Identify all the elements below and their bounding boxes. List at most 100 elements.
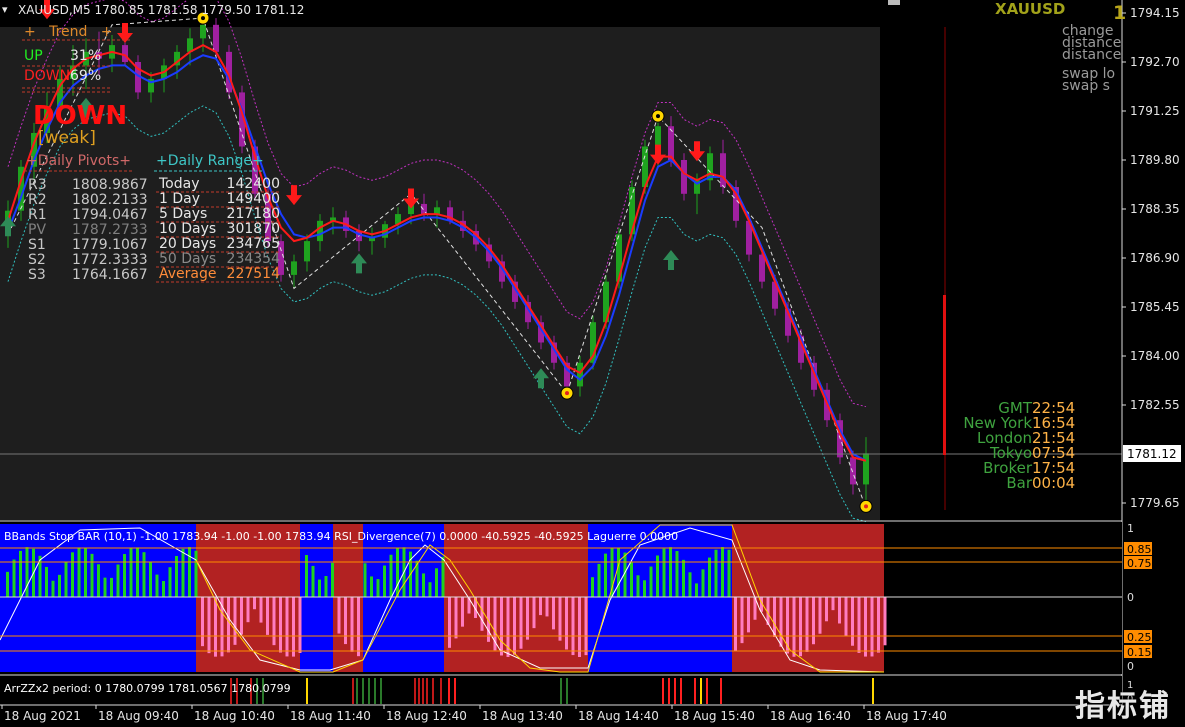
indicator-histogram-bar [500,597,503,656]
zz-bar [414,678,416,704]
zz-bar [674,678,676,704]
clock-value: 00:04 [1032,474,1075,492]
clock-label: Bar [1006,474,1032,492]
price-tick-label: 1788.35 [1130,202,1180,216]
indicator-histogram-bar [513,597,516,655]
current-price-label: 1781.12 [1127,447,1177,461]
price-tick-label: 1782.55 [1130,398,1180,412]
indicator-histogram-bar [207,597,211,654]
indicator-histogram-bar [519,597,523,649]
candle-body [720,153,726,188]
indicator-histogram-bar [389,554,393,597]
time-tick-label: 18 Aug 12:40 [386,709,467,723]
price-tick-label: 1784.00 [1130,349,1180,363]
zigzag-peak-dot [656,114,660,119]
zigzag-trough-dot [565,391,569,396]
time-tick-label: 18 Aug 13:40 [482,709,563,723]
indicator-level-label: 0.15 [1127,646,1152,659]
info-line: distance [1062,47,1121,63]
indicator-histogram-bar [253,597,256,610]
pivot-value: 1808.9867 [72,177,148,193]
zz-bar [454,678,456,704]
indicator-histogram-bar [292,597,295,657]
range-value: 234765 [227,236,280,252]
price-tick-label: 1794.15 [1130,6,1180,20]
range-value: 234354 [227,251,281,267]
pivot-value: 1794.0467 [72,207,148,223]
indicator-histogram-bar [129,548,133,597]
chart-close-icon[interactable]: ▾ [2,3,8,16]
pivot-label: R2 [28,192,47,208]
candle-body [213,24,219,52]
pivots-title: +Daily Pivots+ [26,153,131,169]
indicator-histogram-bar [194,550,198,597]
indicator-histogram-bar [532,597,536,629]
indicator-histogram-bar [162,581,165,597]
range-value: 149400 [227,191,280,207]
indicator-histogram-bar [714,549,718,597]
indicator-histogram-bar [552,597,555,630]
indicator-histogram-bar [227,597,230,653]
indicator-histogram-bar [838,597,841,624]
indicator-histogram-bar [480,597,484,631]
info-line: swap s [1062,78,1110,94]
indicator-histogram-bar [188,547,191,597]
time-axis[interactable]: 18 Aug 2021 18 Aug 09:40 18 Aug 10:40 18 Au… [1,705,947,723]
zz-bar [352,678,354,704]
indicator-histogram-bar [331,562,334,597]
indicator-histogram-bar [435,568,438,597]
indicator-histogram-bar [19,550,22,597]
indicator-histogram-bar [708,557,711,597]
candle-body [655,126,661,147]
candle-body [122,45,128,62]
zz-bar [560,678,562,704]
indicator-histogram-bar [773,597,776,637]
indicator-histogram-bar [350,597,354,652]
indicator-histogram-bar [448,597,451,648]
indicator-histogram-bar [422,573,425,597]
candle-body [863,453,869,485]
pivot-value: 1764.1667 [72,267,148,283]
zigzag-trough-dot [864,504,868,509]
zz-bar [668,678,670,704]
indicator-histogram-bar [818,597,822,634]
trading-chart[interactable]: 1794.15 1792.70 1791.25 1789.80 1788.35 1786.… [0,0,1185,727]
pivot-value: 1772.3333 [72,252,148,268]
indicator-block [0,524,196,672]
indicator-level-label: 0.25 [1127,631,1152,644]
range-value: 227514 [227,266,281,282]
indicator-histogram-bar [825,597,828,622]
indicator-histogram-bar [168,567,172,597]
indicator-histogram-bar [597,563,601,597]
indicator-histogram-bar [116,564,120,597]
indicator-histogram-bar [558,597,562,641]
indicator-histogram-bar [363,563,367,597]
indicator-histogram-bar [279,597,282,653]
window-scroll-handle[interactable] [888,0,900,5]
range-label: 20 Days [159,236,216,252]
indicator-histogram-bar [123,554,126,597]
indicator-histogram-bar [857,597,861,653]
indicator-histogram-bar [428,582,432,597]
indicator-histogram-bar [669,547,672,597]
indicator-histogram-bar [370,576,373,597]
watermark-logo: 指标铺 [1075,689,1171,724]
zz-bar [426,678,428,704]
zz-bar [440,678,442,704]
time-tick-label: 18 Aug 11:40 [290,709,371,723]
indicator-level-label: 0 [1127,591,1134,604]
spread-bar [943,295,946,455]
indicator-histogram-bar [324,576,328,597]
time-tick-label: 18 Aug 10:40 [194,709,275,723]
zz-bar [418,678,420,704]
candle-body [291,261,297,275]
zz-bar [448,678,450,704]
indicator-histogram-bar [591,577,594,597]
indicator-histogram-bar [272,597,276,646]
indicator-histogram-bar [812,597,815,645]
trend-up-label: UP [24,48,43,64]
price-tick-label: 1779.65 [1130,496,1180,510]
indicator-histogram-bar [721,547,724,597]
indicator-histogram-bar [201,597,204,647]
indicator-histogram-bar [103,577,107,597]
